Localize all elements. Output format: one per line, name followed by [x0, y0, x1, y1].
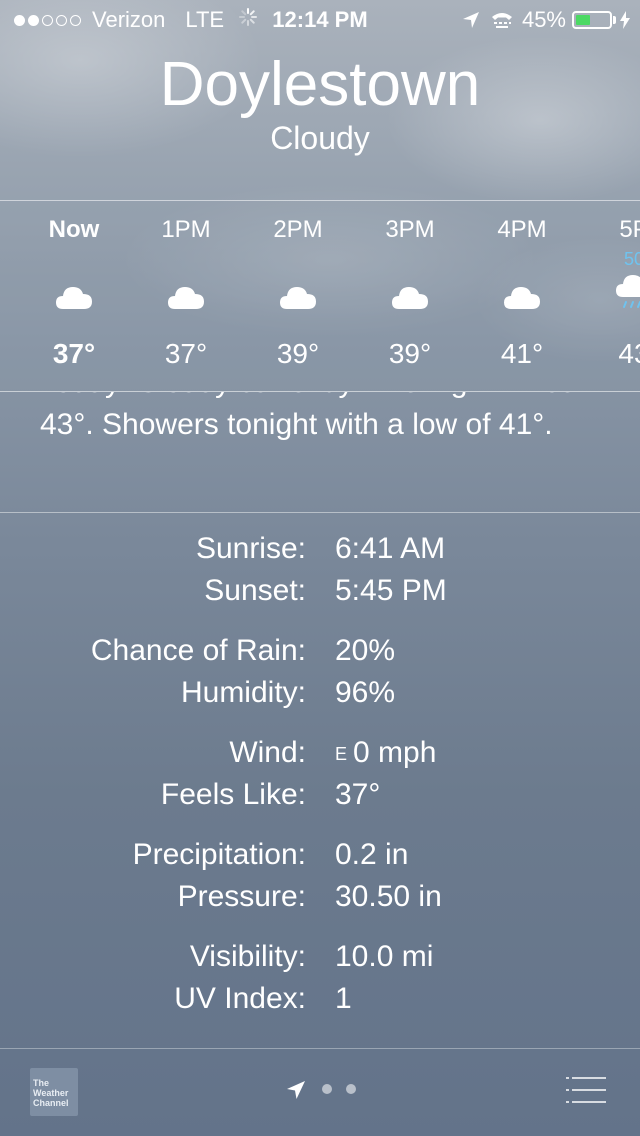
location-services-icon — [462, 11, 480, 29]
current-condition: Cloudy — [270, 120, 370, 156]
weather-channel-logo[interactable]: The Weather Channel — [30, 1068, 78, 1116]
detail-label: Sunrise: — [195, 532, 306, 565]
detail-row-humidity: Humidity: 96% — [0, 672, 640, 714]
detail-row-sunset: Sunset: 5:45 PM — [0, 570, 640, 612]
battery-percent: 45% — [521, 7, 566, 32]
detail-row-feels-like: Feels Like: 37° — [0, 774, 640, 816]
detail-label: Sunset: — [204, 574, 306, 607]
signal-dot — [56, 14, 67, 26]
city-name: Doylestown — [159, 50, 481, 119]
hourly-item: 1PM 37° — [130, 201, 242, 391]
daily-summary: Today: Cloudy currently. The high will b… — [40, 392, 576, 441]
hour-temperature: 39° — [276, 338, 320, 369]
hourly-item: Now 37° — [18, 201, 130, 391]
logo-text: Weather — [33, 1088, 69, 1098]
status-left: Verizon LTE — [14, 0, 258, 40]
detail-row-uv-index: UV Index: 1 — [0, 978, 640, 1020]
detail-label: Chance of Rain: — [90, 634, 306, 667]
hour-label: 5P — [619, 216, 640, 243]
status-bar: Verizon LTE 12:14 PM 45% — [0, 0, 640, 40]
detail-value: 20% — [335, 634, 396, 667]
hour-label: Now — [48, 216, 100, 243]
hour-temperature: 43 — [618, 338, 640, 369]
hour-label: 1PM — [161, 216, 211, 243]
hour-precip-chance: 50 — [623, 249, 640, 269]
hour-label: 4PM — [497, 216, 547, 243]
battery-icon — [572, 11, 612, 29]
hour-label: 2PM — [273, 216, 323, 243]
hourly-item: 2PM 39° — [242, 201, 354, 391]
hourly-forecast[interactable]: Now 37° 1PM 37° 2PM 39° 3PM 39° 4PM 41° 5P 50 43 — [0, 200, 640, 392]
battery-level — [576, 15, 591, 25]
detail-value: 96% — [335, 676, 396, 709]
detail-value: 6:41 AM — [335, 532, 446, 565]
detail-value: 37° — [335, 778, 381, 811]
detail-value: 1 — [335, 982, 352, 1015]
cloud-icon — [278, 279, 318, 313]
current-location-icon[interactable] — [284, 1078, 308, 1102]
detail-row-visibility: Visibility: 10.0 mi — [0, 936, 640, 978]
detail-value: 0.2 in — [335, 838, 409, 871]
cloud-icon — [166, 279, 206, 313]
activity-spinner-icon — [238, 0, 258, 40]
summary-scroll-area[interactable]: Today: Cloudy currently. The high will b… — [0, 392, 640, 512]
detail-label: UV Index: — [174, 982, 306, 1015]
carrier-name: Verizon — [92, 7, 166, 32]
detail-row-chance-of-rain: Chance of Rain: 20% — [0, 630, 640, 672]
detail-label: Pressure: — [177, 880, 306, 913]
detail-value: 30.50 in — [335, 880, 442, 913]
cloud-icon — [502, 279, 542, 313]
signal-dot — [70, 14, 81, 26]
charging-bolt-icon — [620, 11, 630, 29]
signal-dot — [14, 14, 25, 26]
cloud-rain-icon — [614, 273, 640, 308]
cloud-icon — [54, 279, 94, 313]
hour-label: 3PM — [385, 216, 435, 243]
hourly-item: 4PM 41° — [466, 201, 578, 391]
page-indicator-dot[interactable] — [322, 1084, 332, 1094]
cloud-icon — [390, 279, 430, 313]
page-indicator-dot[interactable] — [346, 1084, 356, 1094]
battery-nub — [613, 16, 616, 24]
detail-value: 10.0 mi — [335, 940, 434, 973]
signal-dot — [42, 14, 53, 26]
detail-row-precipitation: Precipitation: 0.2 in — [0, 834, 640, 876]
logo-text: Channel — [33, 1098, 69, 1108]
detail-value: E0 mph — [335, 732, 436, 775]
network-type: LTE — [185, 7, 225, 32]
signal-strength-icon — [14, 14, 84, 26]
detail-row-pressure: Pressure: 30.50 in — [0, 876, 640, 918]
wind-speed: 0 mph — [353, 736, 437, 769]
divider — [0, 512, 640, 513]
hourly-item: 5P 50 43 — [578, 201, 640, 391]
logo-text: The — [33, 1078, 50, 1088]
hourly-item: 3PM 39° — [354, 201, 466, 391]
city-list-icon[interactable] — [562, 1074, 610, 1106]
wind-direction: E — [335, 744, 348, 765]
detail-label: Feels Like: — [160, 778, 306, 811]
tty-icon — [490, 11, 514, 29]
status-right: 45% — [462, 0, 630, 40]
hour-temperature: 37° — [52, 338, 96, 369]
detail-row-wind: Wind: E0 mph — [0, 732, 640, 774]
detail-label: Wind: — [229, 736, 306, 769]
detail-label: Precipitation: — [132, 838, 306, 871]
hour-temperature: 39° — [388, 338, 432, 369]
signal-dot — [28, 14, 39, 26]
detail-row-sunrise: Sunrise: 6:41 AM — [0, 528, 640, 570]
detail-label: Visibility: — [189, 940, 306, 973]
bottom-divider — [0, 1048, 640, 1049]
hour-temperature: 37° — [164, 338, 208, 369]
detail-label: Humidity: — [180, 676, 306, 709]
hour-temperature: 41° — [500, 338, 544, 369]
detail-value: 5:45 PM — [335, 574, 447, 607]
